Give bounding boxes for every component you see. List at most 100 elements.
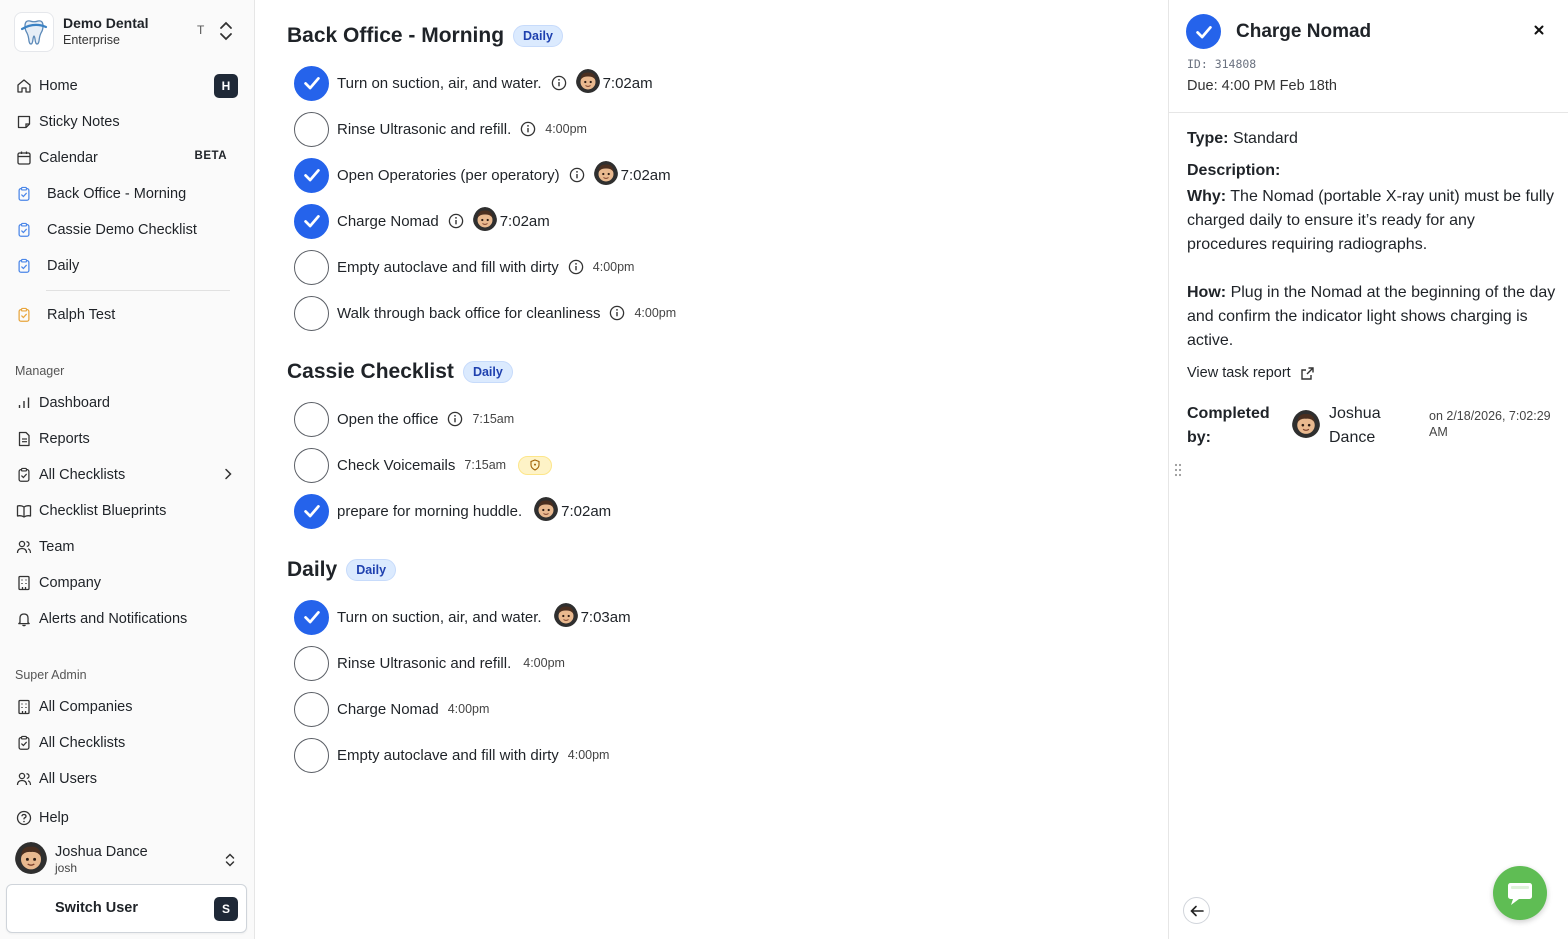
task-checkbox[interactable] xyxy=(294,645,329,681)
clipboard-check-icon xyxy=(15,306,33,324)
nav-all-companies[interactable]: All Companies xyxy=(15,693,239,721)
nav-reports[interactable]: Reports xyxy=(15,425,239,453)
chat-icon[interactable] xyxy=(1493,866,1547,920)
task-label[interactable]: prepare for morning huddle. xyxy=(337,503,522,520)
building-icon xyxy=(15,574,33,592)
nav-team[interactable]: Team xyxy=(15,533,239,561)
task-checkbox-checked[interactable] xyxy=(294,203,329,239)
chevron-up-down-icon[interactable] xyxy=(224,852,236,872)
task-checkbox[interactable] xyxy=(294,249,329,285)
sidebar: Demo Dental Enterprise T Home H Sticky N… xyxy=(0,0,255,939)
nav-help[interactable]: Help xyxy=(15,804,239,832)
switch-user-button[interactable]: Switch User S xyxy=(6,884,247,933)
task-checkbox[interactable] xyxy=(294,111,329,147)
shortcut-badge: H xyxy=(214,74,238,98)
task-checkbox-checked[interactable] xyxy=(294,65,329,101)
nav-dashboard[interactable]: Dashboard xyxy=(15,389,239,417)
chevron-up-down-icon[interactable] xyxy=(218,20,234,46)
section-label-super-admin: Super Admin xyxy=(15,668,87,682)
help-circle-icon xyxy=(15,809,33,827)
users-icon xyxy=(15,770,33,788)
task-due: Due: 4:00 PM Feb 18th xyxy=(1187,78,1337,94)
task-detail-panel: Charge Nomad ID: 314808 Due: 4:00 PM Feb… xyxy=(1168,0,1568,939)
task-checkbox[interactable] xyxy=(294,737,329,773)
nav-sticky-notes[interactable]: Sticky Notes xyxy=(15,108,239,136)
avatar xyxy=(554,603,578,631)
nav-company[interactable]: Company xyxy=(15,569,239,597)
nav-alerts[interactable]: Alerts and Notifications xyxy=(15,605,239,633)
task-row: Empty autoclave and fill with dirty 4:00… xyxy=(294,249,634,285)
nav-sa-all-checklists[interactable]: All Checklists xyxy=(15,729,239,757)
user-menu[interactable]: Joshua Dance josh xyxy=(15,843,239,877)
task-checkbox-checked[interactable] xyxy=(294,157,329,193)
task-checkbox-checked[interactable] xyxy=(1186,14,1221,49)
task-row: Turn on suction, air, and water. 7:02am xyxy=(294,65,653,101)
task-row: prepare for morning huddle. 7:02am xyxy=(294,493,611,529)
task-label[interactable]: Empty autoclave and fill with dirty xyxy=(337,747,559,764)
nav-sa-checklists-label: All Checklists xyxy=(39,735,126,751)
completed-time: 7:02am xyxy=(499,212,550,230)
task-checkbox[interactable] xyxy=(294,447,329,483)
user-handle: josh xyxy=(55,861,78,875)
info-icon[interactable] xyxy=(568,259,584,275)
task-checkbox-checked[interactable] xyxy=(294,599,329,635)
nav-all-checklists[interactable]: All Checklists xyxy=(15,461,239,489)
nav-checklist-back-office[interactable]: Back Office - Morning xyxy=(15,180,239,208)
org-switcher[interactable]: Demo Dental Enterprise T xyxy=(14,12,240,52)
task-checkbox[interactable] xyxy=(294,691,329,727)
nav-checklist-cassie[interactable]: Cassie Demo Checklist xyxy=(15,216,239,244)
task-label[interactable]: Open the office xyxy=(337,411,438,428)
org-initial: T xyxy=(197,23,205,37)
task-label[interactable]: Check Voicemails xyxy=(337,457,455,474)
tooth-logo-icon xyxy=(14,12,54,52)
task-label[interactable]: Open Operatories (per operatory) xyxy=(337,167,560,184)
close-icon[interactable] xyxy=(1531,22,1547,38)
nav-blueprints[interactable]: Checklist Blueprints xyxy=(15,497,239,525)
clipboard-list-icon xyxy=(15,466,33,484)
task-checkbox[interactable] xyxy=(294,295,329,331)
nav-all-users[interactable]: All Users xyxy=(15,765,239,793)
info-icon[interactable] xyxy=(448,213,464,229)
nav-sticky-label: Sticky Notes xyxy=(39,114,120,130)
bar-chart-icon xyxy=(15,394,33,412)
task-id: ID: 314808 xyxy=(1187,57,1257,71)
nav-checklist-daily[interactable]: Daily xyxy=(15,252,239,280)
task-label[interactable]: Empty autoclave and fill with dirty xyxy=(337,259,559,276)
info-icon[interactable] xyxy=(569,167,585,183)
view-task-report-link[interactable]: View task report xyxy=(1187,365,1315,381)
task-label[interactable]: Charge Nomad xyxy=(337,701,439,718)
info-icon[interactable] xyxy=(520,121,536,137)
task-checkbox-checked[interactable] xyxy=(294,493,329,529)
clipboard-check-icon xyxy=(15,221,33,239)
task-label[interactable]: Rinse Ultrasonic and refill. xyxy=(337,121,511,138)
info-icon[interactable] xyxy=(447,411,463,427)
avatar xyxy=(473,207,497,235)
task-label[interactable]: Turn on suction, air, and water. xyxy=(337,609,542,626)
drag-handle-icon[interactable] xyxy=(1174,463,1182,481)
task-label[interactable]: Turn on suction, air, and water. xyxy=(337,75,542,92)
org-plan: Enterprise xyxy=(63,33,120,47)
nav-calendar[interactable]: Calendar BETA xyxy=(15,144,239,172)
task-row: Check Voicemails 7:15am xyxy=(294,447,553,483)
task-label[interactable]: Charge Nomad xyxy=(337,213,439,230)
info-icon[interactable] xyxy=(551,75,567,91)
arrow-left-icon[interactable] xyxy=(1183,897,1210,924)
nav-all-checklists-label: All Checklists xyxy=(39,467,126,483)
task-type: Type: Standard xyxy=(1187,130,1298,147)
completed-by-label: Completed by: xyxy=(1187,405,1270,446)
shield-icon xyxy=(518,455,553,475)
nav-all-users-label: All Users xyxy=(39,771,98,787)
task-row: Charge Nomad 7:02am xyxy=(294,203,550,239)
info-icon[interactable] xyxy=(609,305,625,321)
task-label[interactable]: Walk through back office for cleanliness xyxy=(337,305,600,322)
chevron-right-icon[interactable] xyxy=(221,467,235,485)
nav-home[interactable]: Home H xyxy=(15,72,239,100)
nav-checklist-ralph[interactable]: Ralph Test xyxy=(15,301,239,329)
task-checkbox[interactable] xyxy=(294,401,329,437)
description-label: Description: xyxy=(1187,162,1281,179)
task-label[interactable]: Rinse Ultrasonic and refill. xyxy=(337,655,511,672)
task-row: Empty autoclave and fill with dirty 4:00… xyxy=(294,737,609,773)
clipboard-check-icon xyxy=(15,185,33,203)
calendar-icon xyxy=(15,149,33,167)
group-title: Daily xyxy=(287,558,338,581)
